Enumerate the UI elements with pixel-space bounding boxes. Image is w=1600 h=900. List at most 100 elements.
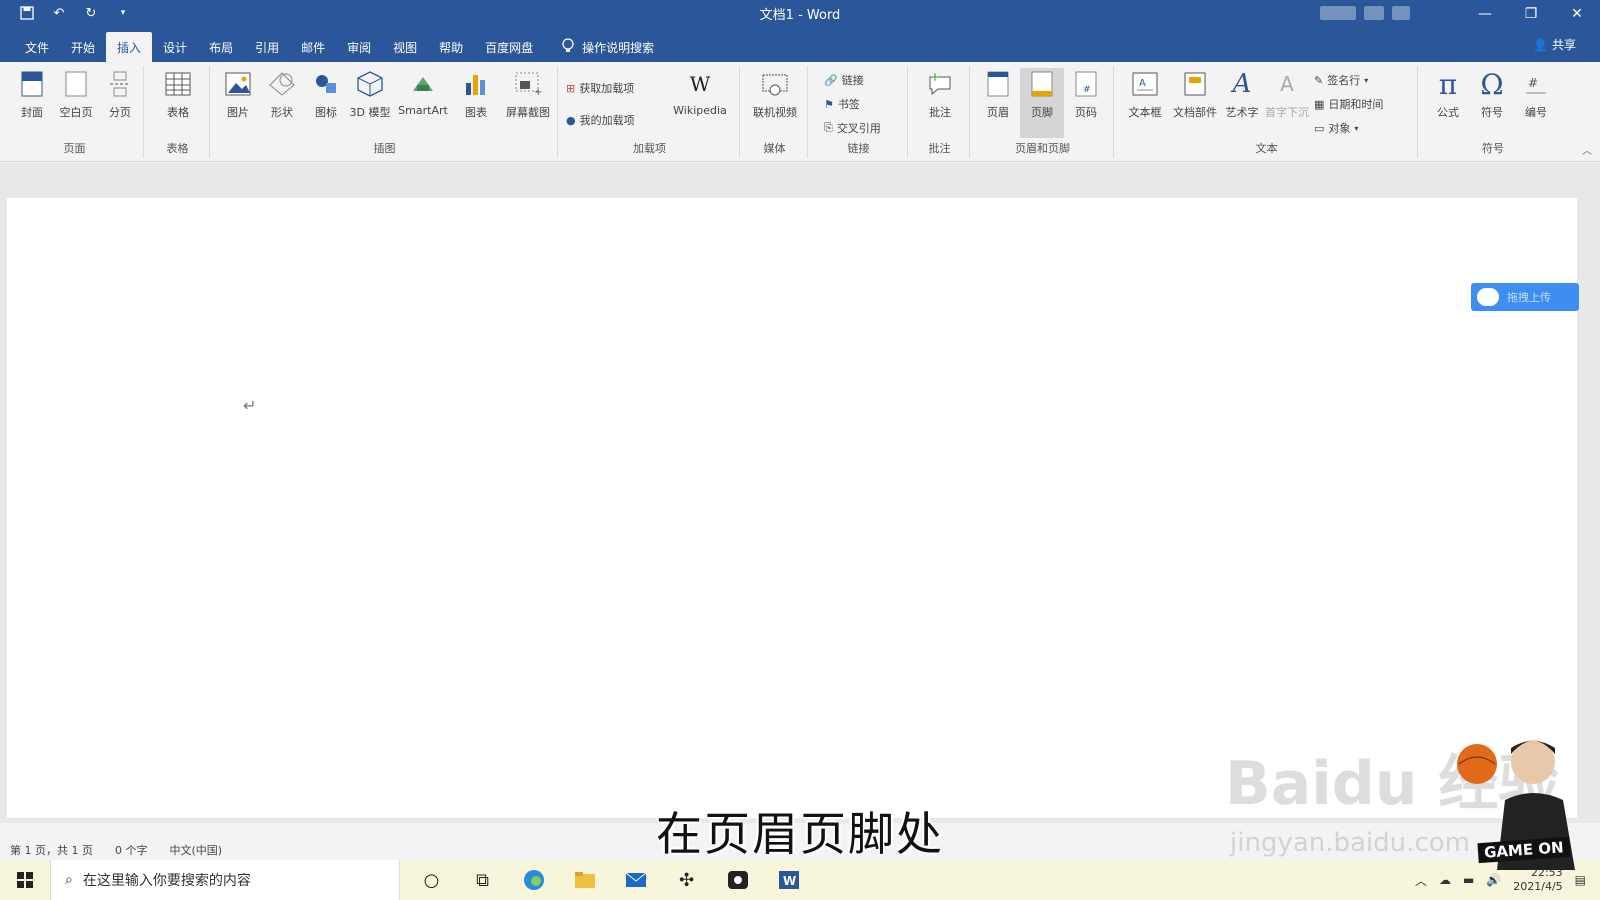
close-icon[interactable]: ✕ [1554,0,1600,28]
restore-icon[interactable]: ❐ [1508,0,1554,28]
taskbar-apps: ○ ⧉ ✣ W [406,860,814,900]
tab-baidu-netdisk[interactable]: 百度网盘 [474,32,544,62]
chevron-up-icon[interactable]: ︿ [1415,872,1427,889]
collapse-ribbon-icon[interactable]: ︿ [1582,142,1592,157]
svg-text:W: W [783,874,796,888]
cloud-tray-icon[interactable]: ☁ [1439,873,1451,887]
equation-button[interactable]: π 公式 [1426,68,1470,120]
table-button[interactable]: 表格 [156,68,200,120]
tab-layout[interactable]: 布局 [198,32,244,62]
lightbulb-icon [562,37,574,57]
page-break-button[interactable]: 分页 [98,68,142,120]
numbering-button[interactable]: # 编号 [1514,68,1558,120]
tab-design[interactable]: 设计 [152,32,198,62]
wikipedia-icon: W [689,72,711,96]
windows-start-icon[interactable] [0,860,50,900]
icons-button[interactable]: 图标 [304,68,348,120]
edge-icon[interactable] [508,860,559,900]
group-links: 🔗 链接 ⚑ 书签 ⎘ 交叉引用 链接 [810,66,908,158]
tab-mailings[interactable]: 邮件 [290,32,336,62]
tab-view[interactable]: 视图 [382,32,428,62]
share-button[interactable]: 👤 共享 [1533,36,1576,53]
taskbar-search-box[interactable]: ⌕ 在这里输入你要搜索的内容 [50,860,400,900]
cover-page-button[interactable]: 封面 [10,68,54,120]
link-button[interactable]: 🔗 链接 [824,70,864,90]
tab-references[interactable]: 引用 [244,32,290,62]
footer-button[interactable]: 页脚 [1020,68,1064,138]
my-addins-button[interactable]: ● 我的加载项 [566,110,635,130]
wordart-icon: A [1232,69,1252,99]
blank-page-button[interactable]: 空白页 [54,68,98,120]
dropcap-button[interactable]: A 首字下沉 [1264,68,1310,120]
quick-parts-button[interactable]: 文档部件 [1170,68,1220,120]
video-subtitle: 在页眉页脚处 [656,807,944,861]
link-icon: 🔗 [824,73,838,87]
tab-help[interactable]: 帮助 [428,32,474,62]
signature-line-button[interactable]: ✎ 签名行 ▾ [1314,70,1368,90]
symbol-label: 符号 [1481,106,1503,119]
svg-text:+: + [534,87,542,97]
tab-file[interactable]: 文件 [14,32,60,62]
pinwheel-icon[interactable]: ✣ [661,860,712,900]
cover-page-icon [16,68,48,100]
icons-label: 图标 [315,106,337,119]
volume-icon[interactable]: 🔊 [1486,873,1501,887]
footer-label: 页脚 [1031,106,1053,119]
bookmark-button[interactable]: ⚑ 书签 [824,94,860,114]
tab-home[interactable]: 开始 [60,32,106,62]
file-explorer-icon[interactable] [559,860,610,900]
dropcap-label: 首字下沉 [1265,106,1309,119]
screenshot-button[interactable]: + 屏幕截图 [500,68,556,120]
online-video-button[interactable]: 联机视频 [746,68,804,120]
equation-label: 公式 [1437,106,1459,119]
network-icon[interactable]: ▬ [1463,873,1474,887]
group-symbols-label: 符号 [1482,142,1504,155]
minimize-icon[interactable]: — [1462,0,1508,28]
quick-parts-icon [1179,68,1211,100]
wikipedia-button[interactable]: W Wikipedia [666,68,734,117]
system-clock[interactable]: 22:53 2021/4/5 [1513,866,1562,894]
textbox-label: 文本框 [1128,106,1162,119]
svg-text:#: # [1528,76,1538,90]
object-button[interactable]: ▭ 对象 ▾ [1314,118,1358,138]
blank-page-label: 空白页 [59,106,93,119]
document-area: ↵ 拖拽上传 [0,163,1600,823]
header-button[interactable]: 页眉 [976,68,1020,120]
drag-upload-label: 拖拽上传 [1507,291,1551,304]
pictures-button[interactable]: 图片 [216,68,260,120]
symbol-button[interactable]: Ω 符号 [1470,68,1514,120]
ribbon-insert: 封面 空白页 分页 页面 表格 表格 图片 形状 图标 3D 模型 SmartA… [0,62,1600,162]
tab-review[interactable]: 审阅 [336,32,382,62]
tab-insert[interactable]: 插入 [106,32,153,62]
task-view-icon[interactable]: ⧉ [457,860,508,900]
numbering-label: 编号 [1525,106,1547,119]
word-icon[interactable]: W [763,860,814,900]
notifications-icon[interactable]: ▤ [1575,873,1586,887]
camera-icon[interactable] [712,860,763,900]
calendar-icon: ▦ [1314,97,1325,111]
smartart-button[interactable]: SmartArt [392,68,454,117]
account-area[interactable] [1320,6,1430,22]
textbox-button[interactable]: A 文本框 [1120,68,1170,120]
tell-me-search[interactable]: 操作说明搜索 [562,32,654,62]
addin-icon: ● [566,113,576,127]
date-time-button[interactable]: ▦ 日期和时间 [1314,94,1383,114]
document-page[interactable]: ↵ 拖拽上传 [7,198,1579,818]
signature-icon: ✎ [1314,73,1324,87]
page-number-button[interactable]: # 页码 [1064,68,1108,120]
group-illustrations: 图片 形状 图标 3D 模型 SmartArt 图表 + 屏幕截图 插图 [212,66,558,158]
group-tables: 表格 表格 [146,66,210,158]
drag-upload-button[interactable]: 拖拽上传 [1471,283,1579,311]
chart-button[interactable]: 图表 [454,68,498,120]
get-addins-button[interactable]: ⊞ 获取加载项 [566,78,634,98]
group-header-footer-label: 页眉和页脚 [1015,142,1070,155]
cortana-icon[interactable]: ○ [406,860,457,900]
3d-models-button[interactable]: 3D 模型 [348,68,392,120]
comment-button[interactable]: + 批注 [918,68,962,120]
clock-date: 2021/4/5 [1513,880,1563,893]
wordart-button[interactable]: A 艺术字 [1220,68,1264,120]
shapes-button[interactable]: 形状 [260,68,304,120]
cross-reference-button[interactable]: ⎘ 交叉引用 [824,118,881,138]
online-video-label: 联机视频 [753,106,797,119]
mail-icon[interactable] [610,860,661,900]
